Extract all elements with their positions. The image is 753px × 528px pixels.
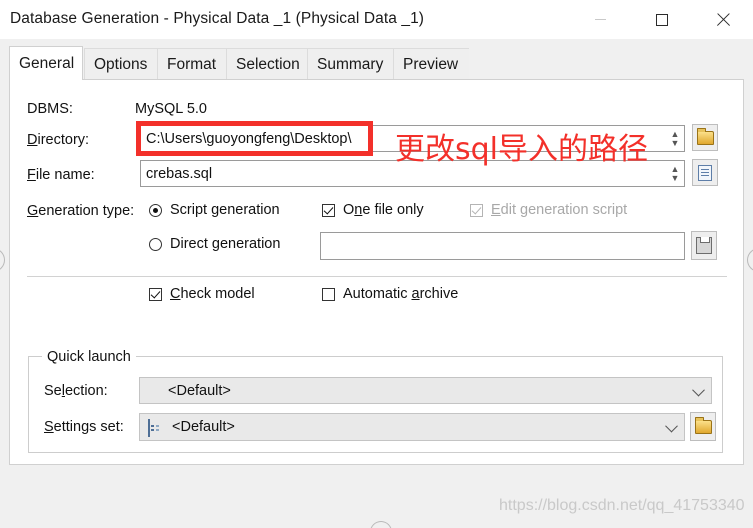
chevron-down-icon: ▼ bbox=[670, 137, 680, 148]
minimize-button[interactable] bbox=[577, 0, 623, 39]
checkbox-one-file-only-label: One file only bbox=[343, 202, 424, 218]
direct-generation-database-button[interactable] bbox=[691, 231, 717, 260]
radio-direct-generation[interactable] bbox=[149, 238, 162, 251]
tab-selection[interactable]: Selection bbox=[226, 48, 307, 80]
chevron-down-icon bbox=[665, 419, 678, 433]
document-icon bbox=[698, 164, 712, 181]
database-generation-dialog: Database Generation - Physical Data _1 (… bbox=[0, 0, 753, 528]
generation-type-label: Generation type: bbox=[27, 203, 135, 219]
dbms-value: MySQL 5.0 bbox=[135, 101, 207, 117]
background-window-artifact-right bbox=[747, 248, 753, 272]
annotation-note-text: 更改sql导入的路径 bbox=[395, 132, 649, 167]
checkbox-edit-generation-script-label: Edit generation script bbox=[491, 202, 628, 218]
chevron-down-icon bbox=[692, 383, 705, 396]
tab-format[interactable]: Format bbox=[157, 48, 226, 80]
dbms-label: DBMS: bbox=[27, 101, 73, 117]
tab-options[interactable]: Options bbox=[84, 48, 157, 80]
grid-properties-icon bbox=[148, 419, 150, 437]
settings-set-label: Settings set: bbox=[44, 419, 124, 435]
chevron-down-icon: ▼ bbox=[670, 172, 680, 183]
settings-set-value: <Default> bbox=[172, 419, 235, 435]
checkbox-one-file-only[interactable] bbox=[322, 204, 335, 217]
folder-open-icon bbox=[694, 416, 712, 434]
tab-preview-label: Preview bbox=[403, 55, 459, 73]
tab-format-label: Format bbox=[167, 55, 217, 73]
settings-set-dropdown[interactable]: <Default> bbox=[139, 413, 685, 441]
tab-general-label: General bbox=[19, 54, 75, 72]
directory-label: Directory: bbox=[27, 132, 90, 148]
radio-script-generation[interactable] bbox=[149, 204, 162, 217]
quick-launch-legend: Quick launch bbox=[42, 349, 136, 365]
checkbox-automatic-archive-label: Automatic archive bbox=[343, 286, 459, 302]
watermark-text: https://blog.csdn.net/qq_41753340 bbox=[499, 497, 745, 514]
checkbox-automatic-archive[interactable] bbox=[322, 288, 335, 301]
filename-label: File name: bbox=[27, 167, 95, 183]
radio-direct-generation-label: Direct generation bbox=[170, 236, 281, 252]
direct-generation-input[interactable] bbox=[320, 232, 685, 260]
folder-browse-icon bbox=[696, 127, 714, 145]
checkbox-check-model[interactable] bbox=[149, 288, 162, 301]
minimize-icon bbox=[594, 19, 606, 20]
filename-document-button[interactable] bbox=[692, 159, 718, 186]
settings-set-folder-button[interactable] bbox=[690, 412, 716, 441]
tab-general[interactable]: General bbox=[9, 46, 83, 80]
tab-summary[interactable]: Summary bbox=[307, 48, 393, 80]
close-icon bbox=[715, 12, 731, 28]
tab-summary-label: Summary bbox=[317, 55, 384, 73]
checkbox-edit-generation-script[interactable] bbox=[470, 204, 483, 217]
database-icon bbox=[696, 237, 712, 254]
background-window-artifact-left bbox=[0, 248, 5, 272]
section-divider bbox=[27, 276, 727, 277]
selection-label: Selection: bbox=[44, 383, 108, 399]
maximize-icon bbox=[656, 13, 668, 26]
tab-bar: General Options Format Selection Summary… bbox=[0, 39, 753, 80]
selection-dropdown[interactable]: <Default> bbox=[139, 377, 712, 404]
radio-script-generation-label: Script generation bbox=[170, 202, 280, 218]
tab-selection-label: Selection bbox=[236, 55, 300, 73]
title-bar: Database Generation - Physical Data _1 (… bbox=[0, 0, 753, 40]
tab-options-label: Options bbox=[94, 55, 148, 73]
directory-spinner[interactable]: ▲ ▼ bbox=[667, 127, 683, 150]
filename-spinner[interactable]: ▲ ▼ bbox=[667, 162, 683, 185]
maximize-button[interactable] bbox=[639, 0, 685, 39]
tab-preview[interactable]: Preview bbox=[393, 48, 469, 80]
selection-value: <Default> bbox=[168, 382, 231, 399]
window-title: Database Generation - Physical Data _1 (… bbox=[10, 10, 425, 27]
close-button[interactable] bbox=[700, 0, 746, 39]
directory-browse-button[interactable] bbox=[692, 124, 718, 151]
checkbox-check-model-label: Check model bbox=[170, 286, 255, 302]
